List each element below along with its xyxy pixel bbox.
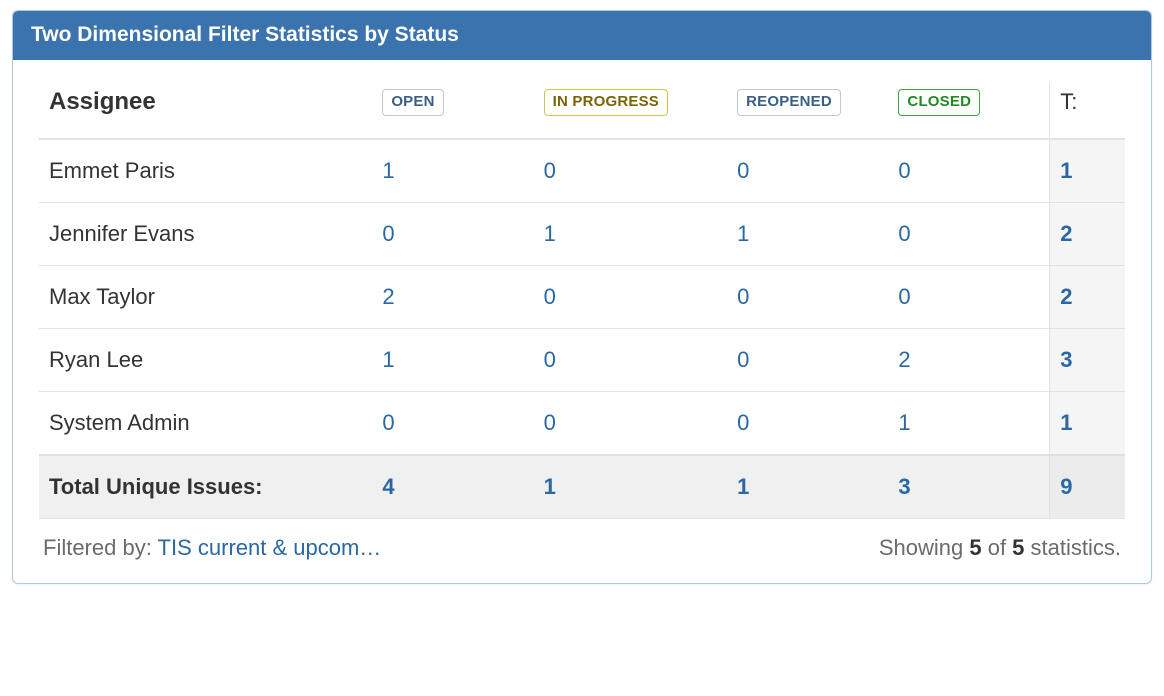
showing-suffix: statistics.: [1024, 535, 1121, 560]
row-total-link[interactable]: 1: [1060, 410, 1072, 435]
status-lozenge-reopened: REOPENED: [737, 89, 841, 115]
count-cell-reopened: 1: [727, 203, 888, 266]
row-total-cell: 3: [1050, 329, 1125, 392]
count-cell-inprogress: 0: [534, 266, 728, 329]
assignee-cell: System Admin: [39, 392, 372, 456]
filtered-by: Filtered by: TIS current & upcom…: [43, 535, 381, 561]
totals-label: Total Unique Issues:: [39, 455, 372, 519]
column-header-inprogress[interactable]: IN PROGRESS: [534, 82, 728, 139]
row-total-cell: 1: [1050, 139, 1125, 203]
count-link[interactable]: 0: [898, 158, 910, 183]
count-cell-open: 0: [372, 203, 533, 266]
count-link[interactable]: 0: [544, 410, 556, 435]
count-cell-reopened: 0: [727, 392, 888, 456]
count-link[interactable]: 0: [737, 158, 749, 183]
showing-prefix: Showing: [879, 535, 970, 560]
column-header-total: T:: [1050, 82, 1125, 139]
totals-cell-open: 4: [372, 455, 533, 519]
count-link[interactable]: 0: [898, 221, 910, 246]
totals-cell-inprogress: 1: [534, 455, 728, 519]
assignee-cell: Max Taylor: [39, 266, 372, 329]
stats-table: Assignee OPEN IN PROGRESS REOPENED CLOSE…: [39, 82, 1125, 519]
assignee-cell: Ryan Lee: [39, 329, 372, 392]
totals-row: Total Unique Issues: 4 1 1 3 9: [39, 455, 1125, 519]
totals-link[interactable]: 1: [544, 474, 556, 499]
count-cell-open: 1: [372, 329, 533, 392]
count-cell-inprogress: 0: [534, 139, 728, 203]
table-row: System Admin 0 0 0 1 1: [39, 392, 1125, 456]
totals-link[interactable]: 4: [382, 474, 394, 499]
count-link[interactable]: 0: [737, 284, 749, 309]
column-header-reopened[interactable]: REOPENED: [727, 82, 888, 139]
showing-n: 5: [969, 535, 981, 560]
count-link[interactable]: 1: [737, 221, 749, 246]
count-cell-inprogress: 0: [534, 392, 728, 456]
row-total-cell: 1: [1050, 392, 1125, 456]
count-link[interactable]: 0: [737, 410, 749, 435]
count-cell-inprogress: 1: [534, 203, 728, 266]
count-cell-reopened: 0: [727, 266, 888, 329]
row-total-link[interactable]: 3: [1060, 347, 1072, 372]
count-link[interactable]: 2: [382, 284, 394, 309]
column-header-open[interactable]: OPEN: [372, 82, 533, 139]
column-header-assignee: Assignee: [39, 82, 372, 139]
count-cell-open: 1: [372, 139, 533, 203]
count-cell-inprogress: 0: [534, 329, 728, 392]
count-link[interactable]: 0: [544, 158, 556, 183]
gadget-footer: Filtered by: TIS current & upcom… Showin…: [39, 519, 1125, 565]
count-cell-closed: 2: [888, 329, 1049, 392]
count-link[interactable]: 0: [544, 347, 556, 372]
count-link[interactable]: 2: [898, 347, 910, 372]
filter-link[interactable]: TIS current & upcom…: [158, 535, 382, 560]
table-row: Jennifer Evans 0 1 1 0 2: [39, 203, 1125, 266]
showing-of: of: [982, 535, 1013, 560]
table-header-row: Assignee OPEN IN PROGRESS REOPENED CLOSE…: [39, 82, 1125, 139]
count-link[interactable]: 0: [544, 284, 556, 309]
count-link[interactable]: 1: [382, 347, 394, 372]
grand-total-link[interactable]: 9: [1060, 474, 1072, 499]
showing-stats: Showing 5 of 5 statistics.: [879, 535, 1121, 561]
count-cell-reopened: 0: [727, 329, 888, 392]
assignee-cell: Jennifer Evans: [39, 203, 372, 266]
stats-table-body: Emmet Paris10001Jennifer Evans01102Max T…: [39, 139, 1125, 519]
status-lozenge-inprogress: IN PROGRESS: [544, 89, 668, 115]
count-cell-open: 2: [372, 266, 533, 329]
filter-stats-gadget: Two Dimensional Filter Statistics by Sta…: [12, 10, 1152, 584]
row-total-link[interactable]: 2: [1060, 284, 1072, 309]
count-link[interactable]: 0: [382, 221, 394, 246]
assignee-cell: Emmet Paris: [39, 139, 372, 203]
showing-total: 5: [1012, 535, 1024, 560]
totals-link[interactable]: 1: [737, 474, 749, 499]
count-cell-open: 0: [372, 392, 533, 456]
count-link[interactable]: 0: [382, 410, 394, 435]
count-link[interactable]: 0: [737, 347, 749, 372]
count-link[interactable]: 1: [544, 221, 556, 246]
count-cell-closed: 0: [888, 266, 1049, 329]
totals-cell-reopened: 1: [727, 455, 888, 519]
count-cell-closed: 0: [888, 203, 1049, 266]
count-link[interactable]: 1: [898, 410, 910, 435]
status-lozenge-closed: CLOSED: [898, 89, 980, 115]
totals-cell-closed: 3: [888, 455, 1049, 519]
row-total-cell: 2: [1050, 266, 1125, 329]
gadget-title: Two Dimensional Filter Statistics by Sta…: [13, 11, 1151, 60]
table-row: Emmet Paris 1 0 0 0 1: [39, 139, 1125, 203]
count-link[interactable]: 0: [898, 284, 910, 309]
grand-total-cell: 9: [1050, 455, 1125, 519]
row-total-link[interactable]: 1: [1060, 158, 1072, 183]
totals-link[interactable]: 3: [898, 474, 910, 499]
row-total-cell: 2: [1050, 203, 1125, 266]
filtered-by-label: Filtered by:: [43, 535, 158, 560]
gadget-body: Assignee OPEN IN PROGRESS REOPENED CLOSE…: [13, 60, 1151, 583]
count-cell-reopened: 0: [727, 139, 888, 203]
column-header-closed[interactable]: CLOSED: [888, 82, 1049, 139]
count-cell-closed: 1: [888, 392, 1049, 456]
status-lozenge-open: OPEN: [382, 89, 443, 115]
count-cell-closed: 0: [888, 139, 1049, 203]
count-link[interactable]: 1: [382, 158, 394, 183]
row-total-link[interactable]: 2: [1060, 221, 1072, 246]
table-row: Ryan Lee 1 0 0 2 3: [39, 329, 1125, 392]
table-row: Max Taylor 2 0 0 0 2: [39, 266, 1125, 329]
